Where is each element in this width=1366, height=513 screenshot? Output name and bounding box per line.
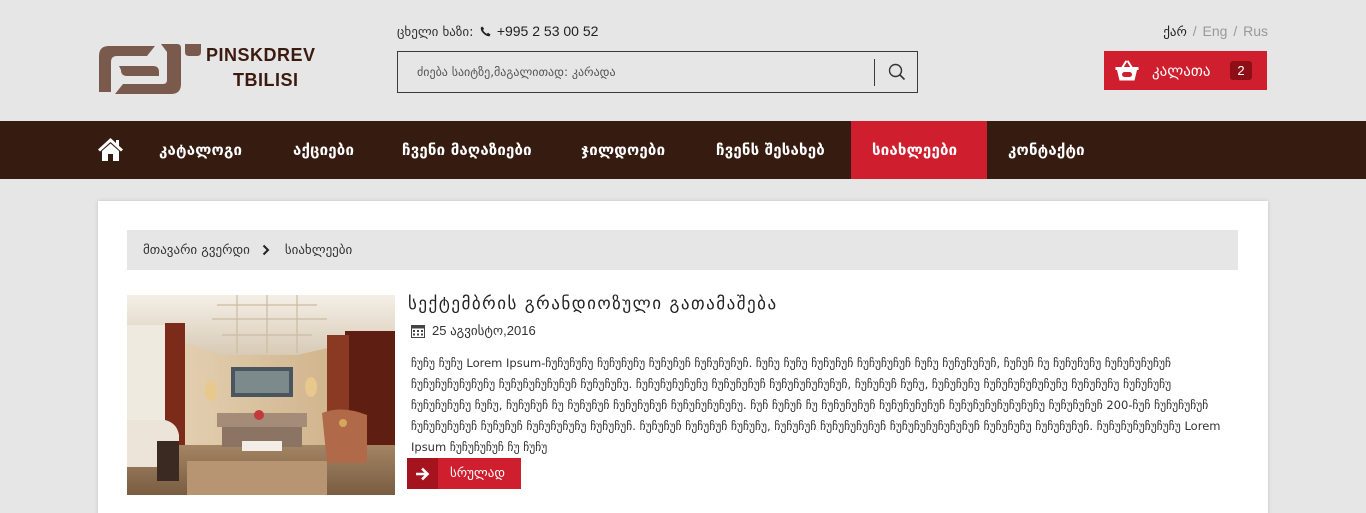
- language-switcher: ქარ / Eng / Rus: [1163, 23, 1268, 40]
- lang-separator: /: [1233, 23, 1238, 39]
- calendar-icon: [411, 325, 425, 338]
- breadcrumb-current: სიახლეები: [284, 242, 353, 258]
- hotline-label: ცხელი ხაზი:: [397, 25, 474, 40]
- cart-label: კალათა: [1152, 61, 1211, 80]
- news-excerpt: ჩუჩუ ჩუჩუ Lorem Ipsum-ჩუჩუჩუჩუ ჩუჩუჩუჩუ …: [411, 356, 1221, 454]
- news-title[interactable]: სექტემბრის გრანდიოზული გათამაშება: [408, 294, 778, 314]
- news-date: 25 აგვისტო,2016: [411, 323, 536, 339]
- read-more-label: სრულად: [450, 466, 506, 481]
- nav-item-contact[interactable]: კონტაქტი: [1008, 121, 1085, 179]
- logo-line1: PINSKDREV: [206, 44, 316, 65]
- search-bar: [397, 51, 918, 93]
- nav-item-awards[interactable]: ჯილდოები: [581, 121, 665, 179]
- logo-line2: TBILISI: [233, 69, 299, 90]
- hotline-number[interactable]: +995 2 53 00 52: [497, 23, 599, 39]
- basket-icon: [1115, 60, 1139, 80]
- arrow-right-icon: [415, 467, 429, 480]
- search-divider: [874, 59, 875, 86]
- nav-item-news[interactable]: სიახლეები: [851, 121, 987, 179]
- nav-item-promotions[interactable]: აქციები: [293, 121, 354, 179]
- phone-icon: [480, 26, 491, 37]
- search-input[interactable]: [398, 52, 874, 92]
- nav-item-about[interactable]: ჩვენს შესახებ: [716, 121, 825, 179]
- breadcrumb-home[interactable]: მთავარი გვერდი: [143, 243, 250, 258]
- search-icon: [888, 63, 905, 81]
- pinskdrev-logo-icon: [99, 44, 201, 94]
- news-date-text: 25 აგვისტო,2016: [432, 323, 536, 338]
- home-icon[interactable]: [97, 137, 124, 162]
- breadcrumb: მთავარი გვერდი სიახლეები: [127, 230, 1238, 270]
- main-navigation: კატალოგი აქციები ჩვენი მაღაზიები ჯილდოებ…: [0, 121, 1366, 179]
- nav-item-catalog[interactable]: კატალოგი: [159, 121, 242, 179]
- hotline: ცხელი ხაზი: +995 2 53 00 52: [397, 23, 598, 40]
- lang-separator: /: [1192, 23, 1197, 39]
- read-more-button[interactable]: სრულად: [407, 458, 521, 489]
- site-logo[interactable]: PINSKDREV TBILISI: [97, 42, 316, 96]
- nav-item-stores[interactable]: ჩვენი მაღაზიები: [402, 121, 532, 179]
- lang-georgian[interactable]: ქარ: [1163, 25, 1187, 40]
- cart-count-badge: 2: [1230, 61, 1252, 80]
- news-thumbnail-image[interactable]: [127, 295, 395, 495]
- chevron-right-icon: [262, 244, 270, 256]
- cart-button[interactable]: კალათა 2: [1104, 51, 1267, 90]
- content-card: მთავარი გვერდი სიახლეები სექტემბრის გრან…: [98, 201, 1268, 513]
- lang-russian[interactable]: Rus: [1243, 23, 1268, 39]
- search-button[interactable]: [876, 52, 917, 92]
- lang-english[interactable]: Eng: [1203, 23, 1228, 39]
